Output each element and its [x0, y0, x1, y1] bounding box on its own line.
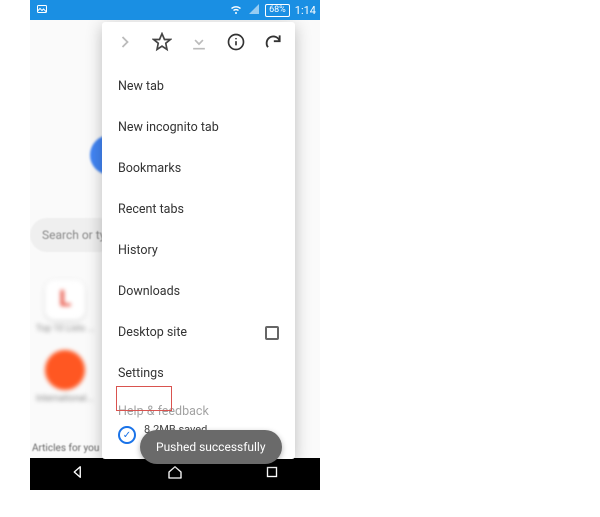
data-saver-icon: ✓ [118, 426, 136, 444]
phone-frame: 68% 1:14 Search or ty L Top 10 Lists ...… [30, 0, 320, 517]
download-icon[interactable] [189, 32, 209, 56]
menu-item-label: New tab [118, 79, 164, 94]
menu-desktop-site[interactable]: Desktop site [102, 312, 295, 353]
refresh-icon[interactable] [263, 32, 283, 56]
desktop-site-checkbox[interactable] [265, 326, 279, 340]
menu-history[interactable]: History [102, 230, 295, 271]
menu-recent-tabs[interactable]: Recent tabs [102, 189, 295, 230]
clock: 1:14 [295, 4, 316, 17]
menu-item-label: Downloads [118, 284, 180, 299]
star-icon[interactable] [152, 32, 172, 56]
menu-item-label: Desktop site [118, 325, 187, 340]
forward-icon[interactable] [115, 32, 135, 56]
articles-header: Articles for you [32, 443, 99, 454]
toast-message: Pushed successfully [140, 430, 282, 464]
menu-item-label: Help & feedback [118, 404, 209, 419]
picture-icon [36, 3, 48, 18]
menu-new-tab[interactable]: New tab [102, 66, 295, 107]
home-button[interactable] [166, 463, 184, 485]
menu-item-label: Settings [118, 366, 164, 381]
info-icon[interactable] [226, 32, 246, 56]
menu-help[interactable]: Help & feedback [102, 394, 295, 421]
status-bar: 68% 1:14 [30, 0, 320, 20]
menu-item-label: New incognito tab [118, 120, 219, 135]
browser-content: Search or ty L Top 10 Lists ... Internat… [30, 20, 320, 490]
menu-item-label: Recent tabs [118, 202, 184, 217]
menu-bookmarks[interactable]: Bookmarks [102, 148, 295, 189]
tile-label: Top 10 Lists ... [36, 324, 94, 334]
overflow-menu: New tab New incognito tab Bookmarks Rece… [102, 22, 295, 459]
recents-button[interactable] [263, 463, 281, 485]
suggestion-tile[interactable]: L Top 10 Lists ... [36, 280, 94, 334]
battery-indicator: 68% [265, 4, 290, 17]
menu-item-label: Bookmarks [118, 161, 181, 176]
menu-downloads[interactable]: Downloads [102, 271, 295, 312]
wifi-icon [229, 3, 243, 18]
tile-label: International... [36, 394, 94, 404]
menu-settings[interactable]: Settings [102, 353, 295, 394]
menu-toolbar [102, 22, 295, 66]
menu-new-incognito[interactable]: New incognito tab [102, 107, 295, 148]
suggestion-tile[interactable]: International... [36, 350, 94, 404]
menu-item-label: History [118, 243, 158, 258]
signal-icon [248, 3, 260, 18]
back-button[interactable] [69, 463, 87, 485]
